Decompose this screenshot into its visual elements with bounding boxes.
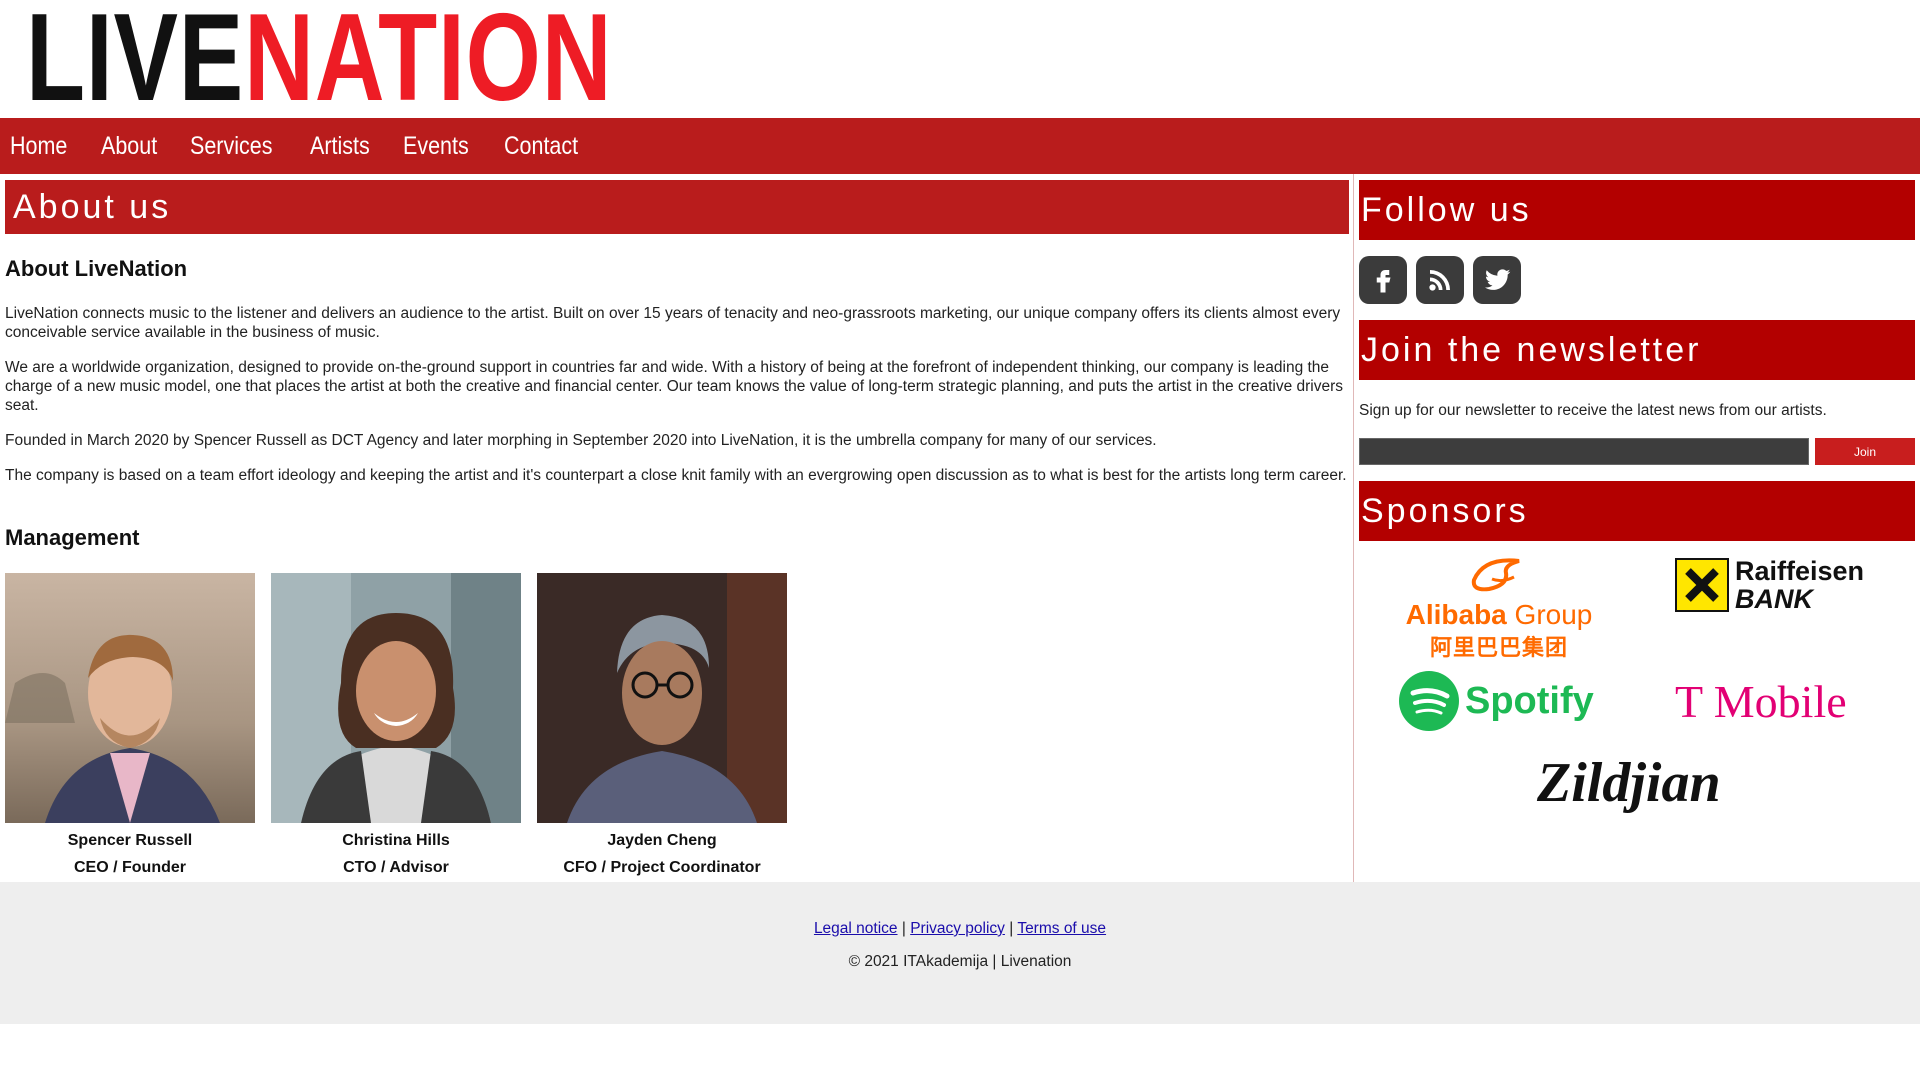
footer-separator: |	[901, 920, 906, 937]
person-role: CTO / Advisor	[343, 859, 449, 876]
raiffeisen-name: Raiffeisen	[1735, 556, 1865, 586]
logo-live-text: LIVE	[26, 0, 245, 127]
person-role: CFO / Project Coordinator	[563, 859, 761, 876]
footer: Legal notice | Privacy policy | Terms of…	[0, 882, 1920, 1024]
follow-title: Follow us	[1359, 180, 1915, 240]
about-paragraph-3: Founded in March 2020 by Spencer Russell…	[5, 432, 1157, 449]
page-title: About us	[5, 180, 1349, 234]
footer-separator: |	[1009, 920, 1014, 937]
sponsors-title: Sponsors	[1359, 481, 1915, 541]
person-card: Spencer Russell CEO / Founder	[5, 573, 255, 881]
about-paragraph-4: The company is based on a team effort id…	[5, 467, 1347, 484]
sponsor-tmobile[interactable]: T Mobile	[1675, 675, 1847, 728]
terms-of-use-link[interactable]: Terms of use	[1017, 920, 1106, 937]
about-heading: About LiveNation	[5, 256, 188, 281]
site-logo[interactable]: LIVENATION	[26, 0, 612, 120]
footer-copyright: © 2021 ITAkademija | Livenation	[848, 953, 1072, 970]
person-name: Jayden Cheng	[607, 832, 717, 849]
management-heading: Management	[5, 525, 140, 550]
newsletter-title: Join the newsletter	[1359, 320, 1915, 380]
spotify-icon	[1399, 671, 1459, 731]
newsletter-join-button[interactable]: Join	[1815, 438, 1915, 465]
person-role: CEO / Founder	[74, 859, 186, 876]
nav-about[interactable]: About	[101, 132, 157, 161]
person-card: Christina Hills CTO / Advisor	[271, 573, 521, 881]
newsletter-email-input[interactable]	[1359, 438, 1809, 465]
nav-events[interactable]: Events	[403, 132, 469, 161]
raiffeisen-icon	[1675, 558, 1729, 612]
alibaba-name: Alibaba	[1405, 599, 1507, 630]
about-paragraph-1: LiveNation connects music to the listene…	[5, 305, 1341, 341]
nav-services[interactable]: Services	[190, 132, 272, 161]
about-paragraph-2: We are a worldwide organization, designe…	[5, 359, 1344, 414]
twitter-icon[interactable]	[1473, 256, 1521, 304]
rss-icon[interactable]	[1416, 256, 1464, 304]
alibaba-smile-icon	[1471, 558, 1520, 592]
person-card: Jayden Cheng CFO / Project Coordinator	[537, 573, 787, 881]
sidebar: Follow us Join the newsletter Sign up fo…	[1359, 174, 1915, 841]
sponsors-grid: Alibaba Group 阿里巴巴集团 Raiffeisen BANK Spo	[1359, 541, 1915, 841]
main-nav: Home About Services Artists Events Conta…	[0, 118, 1920, 174]
person-name: Spencer Russell	[67, 832, 193, 849]
raiffeisen-bank: BANK	[1735, 584, 1813, 614]
person-photo	[5, 573, 255, 823]
newsletter-text: Sign up for our newsletter to receive th…	[1359, 402, 1827, 419]
newsletter-form: Join	[1359, 438, 1915, 465]
sponsor-alibaba[interactable]: Alibaba Group 阿里巴巴集团	[1399, 555, 1599, 662]
nav-contact[interactable]: Contact	[504, 132, 578, 161]
alibaba-group: Group	[1514, 599, 1593, 630]
person-photo	[537, 573, 787, 823]
sponsor-spotify[interactable]: Spotify	[1399, 671, 1594, 731]
person-name: Christina Hills	[342, 832, 450, 849]
nav-artists[interactable]: Artists	[310, 132, 370, 161]
main-content: About us About LiveNation LiveNation con…	[0, 174, 1354, 882]
sponsor-raiffeisen[interactable]: Raiffeisen BANK	[1675, 557, 1864, 613]
social-links	[1359, 256, 1915, 304]
nav-home[interactable]: Home	[10, 132, 67, 161]
alibaba-cn: 阿里巴巴集团	[1429, 635, 1568, 660]
zildjian-name: Zildjian	[1537, 752, 1721, 814]
legal-notice-link[interactable]: Legal notice	[814, 920, 898, 937]
management-list: Spencer Russell CEO / Founder Christina …	[5, 573, 787, 881]
privacy-policy-link[interactable]: Privacy policy	[910, 920, 1005, 937]
sponsor-zildjian[interactable]: Zildjian	[1537, 751, 1721, 815]
person-photo	[271, 573, 521, 823]
facebook-icon[interactable]	[1359, 256, 1407, 304]
logo-nation-text: NATION	[244, 0, 613, 127]
spotify-name: Spotify	[1465, 679, 1594, 722]
footer-links: Legal notice | Privacy policy | Terms of…	[0, 920, 1920, 938]
tmobile-name: T Mobile	[1675, 676, 1847, 727]
